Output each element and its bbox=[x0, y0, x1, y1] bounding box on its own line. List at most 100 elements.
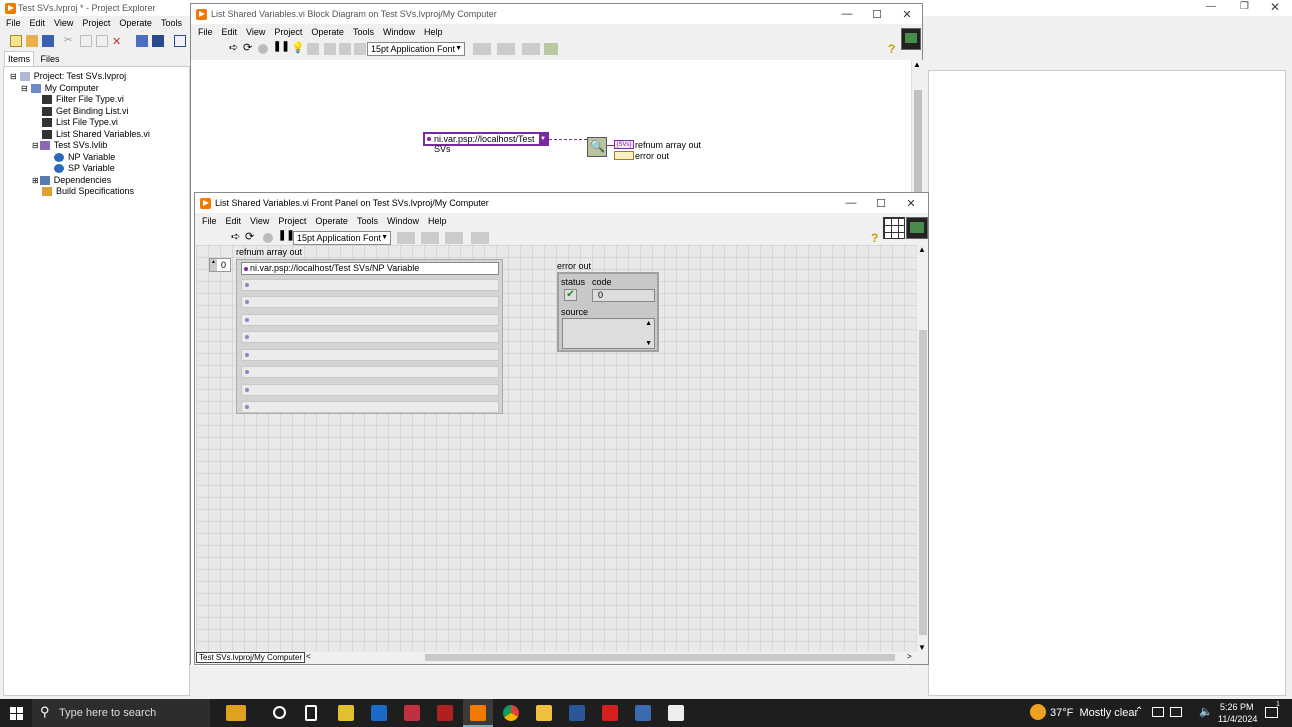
context-label[interactable]: Test SVs.lvproj/My Computer bbox=[196, 652, 306, 663]
app-icon[interactable] bbox=[437, 705, 453, 721]
menu-operate[interactable]: Operate bbox=[311, 27, 344, 37]
font-selector[interactable]: 15pt Application Font ▼ bbox=[367, 42, 465, 56]
tree-item-list-shared-variables[interactable]: List Shared Variables.vi bbox=[42, 129, 150, 139]
close-button[interactable]: ✕ bbox=[1270, 0, 1280, 14]
maximize-button[interactable]: ☐ bbox=[862, 4, 892, 24]
tree-item-filter-file-type[interactable]: Filter File Type.vi bbox=[42, 94, 124, 104]
tree-item-build-specifications[interactable]: Build Specifications bbox=[42, 186, 134, 196]
abort-icon[interactable] bbox=[258, 44, 268, 54]
menu-window[interactable]: Window bbox=[383, 27, 415, 37]
minimize-button[interactable]: — bbox=[832, 4, 862, 24]
menu-edit[interactable]: Edit bbox=[222, 27, 238, 37]
tree-item-my-computer[interactable]: ⊟ My Computer bbox=[21, 83, 99, 93]
tree-item-list-file-type[interactable]: List File Type.vi bbox=[42, 117, 118, 127]
front-panel-canvas[interactable]: refnum array out ▲ 0 ni.var.psp://localh… bbox=[196, 245, 916, 652]
scroll-left-icon[interactable]: < bbox=[306, 652, 311, 661]
task-view-icon[interactable] bbox=[305, 705, 317, 721]
tree-item-get-binding-list[interactable]: Get Binding List.vi bbox=[42, 106, 129, 116]
menu-tools[interactable]: Tools bbox=[353, 27, 374, 37]
distribute-objects-icon[interactable] bbox=[497, 43, 515, 55]
tab-files[interactable]: Files bbox=[36, 53, 64, 66]
copy-icon[interactable] bbox=[80, 35, 92, 47]
list-variables-subvi[interactable]: 🔍 bbox=[587, 137, 607, 157]
menu-help[interactable]: Help bbox=[424, 27, 443, 37]
network-icon[interactable] bbox=[1152, 707, 1164, 717]
menu-file[interactable]: File bbox=[6, 18, 21, 28]
front-panel-titlebar[interactable]: List Shared Variables.vi Front Panel on … bbox=[195, 193, 928, 213]
step-into-icon[interactable] bbox=[324, 43, 336, 55]
index-increment-icon[interactable]: ▲ bbox=[210, 259, 217, 271]
run-icon[interactable]: ➪ bbox=[231, 230, 243, 243]
connector-pane-icon[interactable] bbox=[901, 28, 921, 50]
highlight-execution-icon[interactable]: 💡 bbox=[291, 41, 305, 54]
scroll-down-icon[interactable]: ▼ bbox=[918, 643, 926, 652]
hscroll-thumb[interactable] bbox=[425, 654, 895, 661]
abort-icon[interactable] bbox=[263, 233, 273, 243]
step-out-icon[interactable] bbox=[354, 43, 366, 55]
align-objects-icon[interactable] bbox=[473, 43, 491, 55]
app-icon[interactable] bbox=[404, 705, 420, 721]
pause-icon[interactable]: ❚❚ bbox=[278, 230, 295, 242]
run-continuously-icon[interactable]: ⟳ bbox=[245, 230, 257, 243]
deploy-icon[interactable] bbox=[136, 35, 148, 47]
scroll-down-icon[interactable]: ▼ bbox=[645, 340, 652, 347]
scroll-thumb[interactable] bbox=[919, 330, 927, 635]
cortana-icon[interactable] bbox=[273, 706, 286, 719]
scroll-right-icon[interactable]: > bbox=[907, 652, 912, 661]
start-button[interactable] bbox=[10, 707, 23, 720]
labview-active-taskbar[interactable] bbox=[463, 699, 493, 727]
save-all-icon[interactable] bbox=[42, 35, 54, 47]
array-element-empty[interactable] bbox=[241, 349, 499, 361]
run-icon[interactable]: ➪ bbox=[229, 41, 241, 54]
connector-pane[interactable] bbox=[883, 217, 905, 239]
array-element-empty[interactable] bbox=[241, 384, 499, 396]
array-index-control[interactable]: ▲ 0 bbox=[209, 258, 231, 272]
menu-window[interactable]: Window bbox=[387, 216, 419, 226]
menu-file[interactable]: File bbox=[202, 216, 217, 226]
restore-button[interactable]: ❐ bbox=[1240, 1, 1249, 12]
widgets-icon[interactable] bbox=[226, 705, 246, 721]
properties-icon[interactable] bbox=[174, 35, 186, 47]
array-element-empty[interactable] bbox=[241, 366, 499, 378]
align-objects-icon[interactable] bbox=[397, 232, 415, 244]
open-icon[interactable] bbox=[26, 35, 38, 47]
close-button[interactable]: ✕ bbox=[896, 193, 926, 213]
menu-tools[interactable]: Tools bbox=[161, 18, 182, 28]
menu-operate[interactable]: Operate bbox=[315, 216, 348, 226]
clock-time[interactable]: 5:26 PM bbox=[1220, 702, 1254, 712]
menu-file[interactable]: File bbox=[198, 27, 213, 37]
resize-objects-icon[interactable] bbox=[445, 232, 463, 244]
array-element-0[interactable]: ni.var.psp://localhost/Test SVs/NP Varia… bbox=[241, 262, 499, 275]
tree-item-dependencies[interactable]: ⊞ Dependencies bbox=[32, 175, 111, 185]
menu-project[interactable]: Project bbox=[278, 216, 306, 226]
array-element-empty[interactable] bbox=[241, 279, 499, 291]
vi-icon[interactable] bbox=[906, 217, 928, 239]
close-button[interactable]: ✕ bbox=[892, 4, 922, 24]
file-explorer-icon[interactable] bbox=[536, 705, 552, 721]
notifications-icon[interactable] bbox=[1265, 707, 1278, 718]
labview-taskbar-icon[interactable] bbox=[338, 705, 354, 721]
source-indicator[interactable]: ▲ ▼ bbox=[562, 318, 655, 349]
scroll-up-icon[interactable]: ▲ bbox=[913, 60, 921, 69]
scroll-up-icon[interactable]: ▲ bbox=[645, 320, 652, 327]
tree-item-test-svs-lvlib[interactable]: ⊟ Test SVs.lvlib bbox=[32, 140, 107, 150]
paste-icon[interactable] bbox=[96, 35, 108, 47]
weather-icon[interactable] bbox=[1030, 704, 1046, 720]
clean-up-diagram-icon[interactable] bbox=[544, 43, 558, 55]
network-status-icon[interactable] bbox=[1170, 707, 1182, 717]
tree-item-sp-variable[interactable]: SP Variable bbox=[54, 163, 115, 173]
volume-icon[interactable]: 🔈 bbox=[1199, 705, 1213, 718]
search-box[interactable]: ⚲ Type here to search bbox=[32, 699, 210, 727]
maximize-button[interactable]: ☐ bbox=[866, 193, 896, 213]
clock-date[interactable]: 11/4/2024 bbox=[1218, 714, 1257, 724]
refnum-indicator-terminal[interactable]: {SVs} bbox=[614, 140, 634, 149]
acrobat-icon[interactable] bbox=[602, 705, 618, 721]
path-constant[interactable]: ni.var.psp://localhost/Test SVs ▼ bbox=[423, 132, 549, 154]
menu-edit[interactable]: Edit bbox=[30, 18, 46, 28]
outlook-icon[interactable] bbox=[371, 705, 387, 721]
menu-view[interactable]: View bbox=[246, 27, 265, 37]
menu-operate[interactable]: Operate bbox=[119, 18, 152, 28]
tree-item-project[interactable]: ⊟ Project: Test SVs.lvproj bbox=[10, 71, 126, 81]
scroll-up-icon[interactable]: ▲ bbox=[918, 245, 926, 254]
error-indicator-terminal[interactable] bbox=[614, 151, 634, 160]
